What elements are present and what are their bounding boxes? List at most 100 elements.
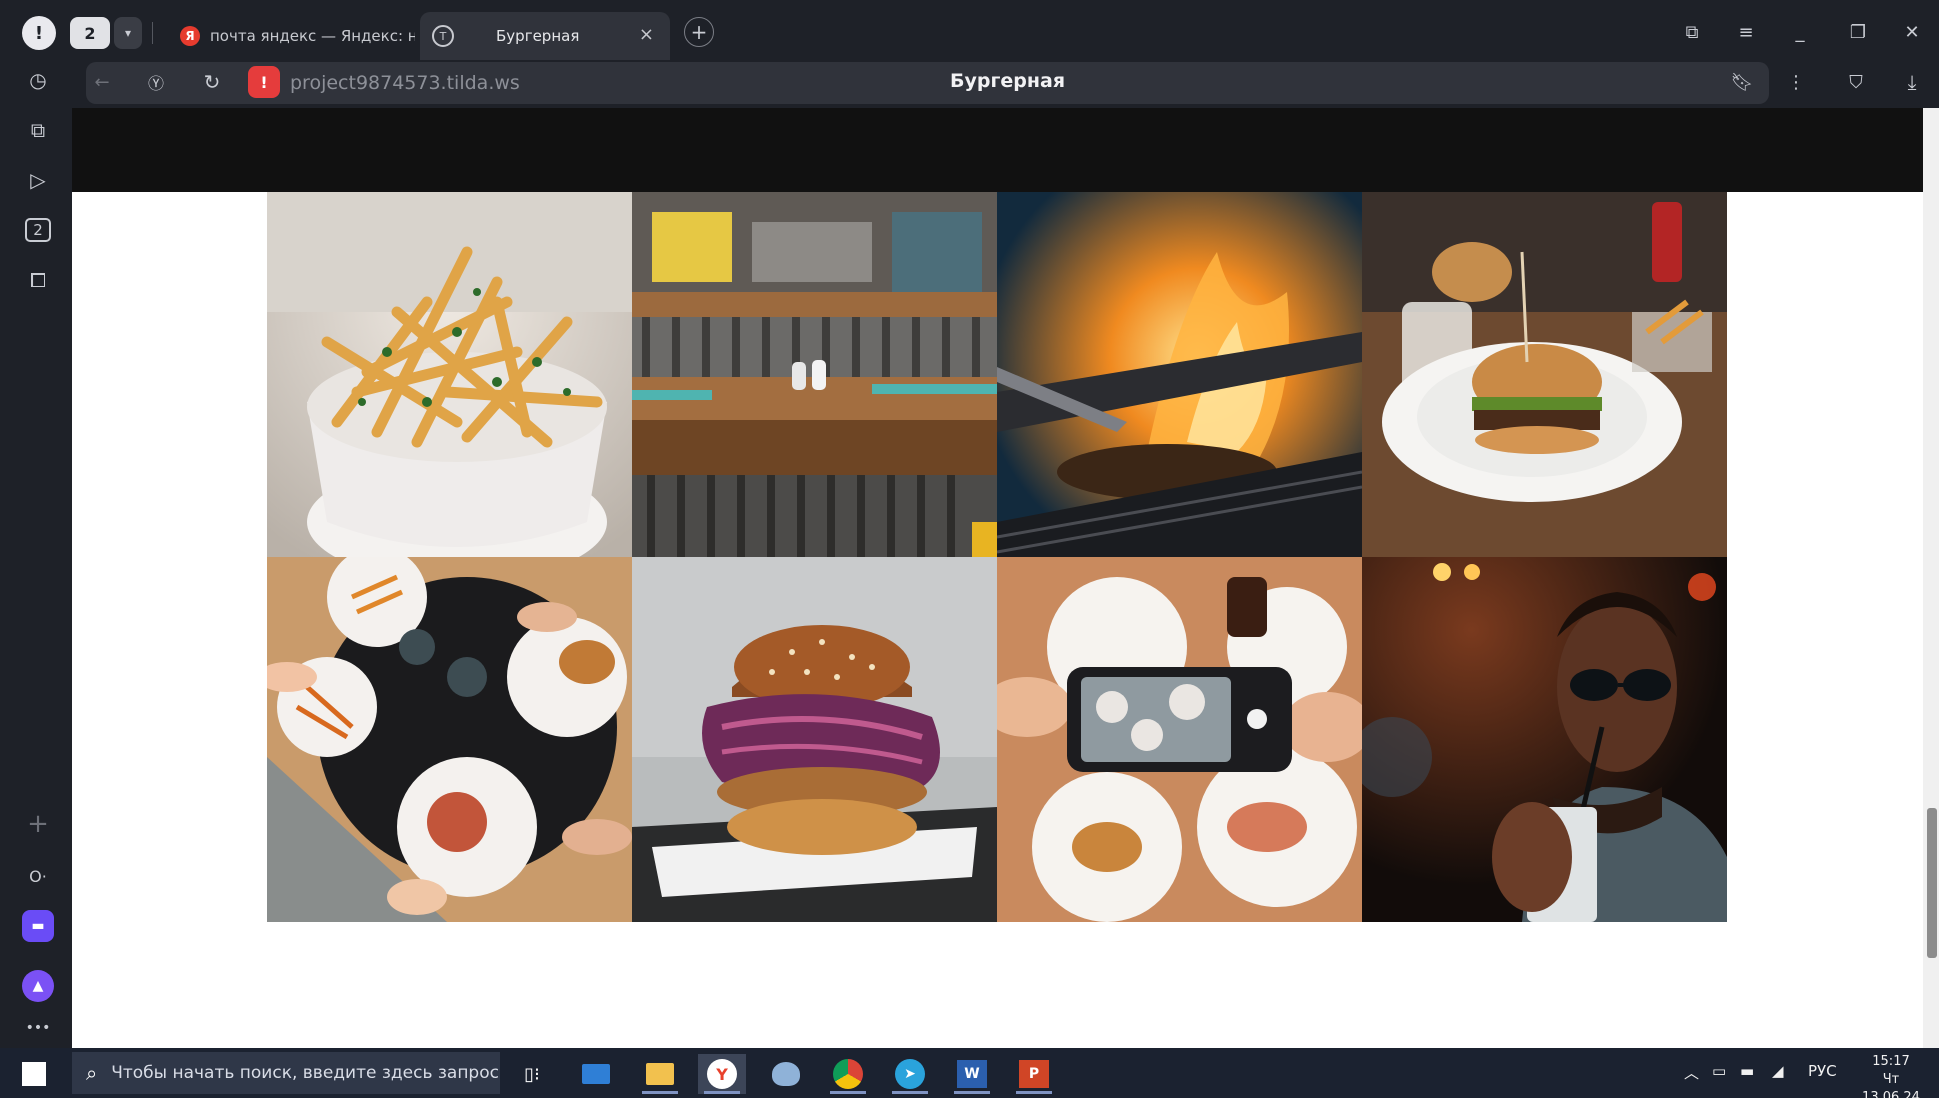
alice-status-button[interactable]: O·	[22, 860, 54, 892]
video-button[interactable]: ▷	[22, 164, 54, 196]
tilda-icon: T	[432, 25, 454, 47]
dots-icon: •••	[25, 1020, 51, 1036]
tabs-dropdown-button[interactable]: ▾	[114, 17, 142, 49]
add-panel-button[interactable]: +	[22, 808, 54, 840]
chevron-down-icon: ▾	[124, 26, 132, 40]
network-icon[interactable]: ▬	[1740, 1062, 1754, 1080]
tray-chevron-icon[interactable]: ︿	[1684, 1062, 1699, 1083]
taskbar-app-telegram[interactable]: ➤	[886, 1054, 934, 1094]
reload-button[interactable]: ↻	[196, 66, 228, 98]
man-drinking-image	[1362, 557, 1727, 922]
language-indicator[interactable]: РУС	[1808, 1062, 1837, 1080]
taskbar-app-mail[interactable]	[572, 1054, 620, 1094]
tabs-panel-button[interactable]: ⧉	[1672, 16, 1712, 48]
play-icon: ▷	[30, 168, 46, 192]
mail-app-icon	[582, 1064, 610, 1084]
downloads-button[interactable]: ⤓	[1896, 66, 1928, 98]
profile-icon: !	[34, 22, 44, 44]
bookmark-button[interactable]: 🔖︎	[1726, 66, 1758, 98]
page-title: Бургерная	[950, 70, 1066, 92]
security-warning-button[interactable]: !	[248, 66, 280, 98]
page-header-band	[72, 108, 1923, 192]
gallery-image-burger-on-plate[interactable]	[1362, 192, 1727, 557]
gallery-image-phone-photo[interactable]	[997, 557, 1362, 922]
new-tab-button[interactable]: +	[684, 17, 714, 47]
minimize-button[interactable]: _	[1780, 16, 1820, 48]
tab-title: Бургерная	[496, 27, 580, 45]
gallery-image-grill-fire[interactable]	[997, 192, 1362, 557]
burger-on-plate-image	[1362, 192, 1727, 557]
tab-burgernaya[interactable]: T Бургерная ×	[420, 12, 670, 60]
restore-icon: ❐	[1849, 21, 1867, 43]
alice-status-icon: O·	[29, 866, 47, 886]
protect-button[interactable]: ⛉	[1840, 66, 1872, 98]
restore-button[interactable]: ❐	[1838, 16, 1878, 48]
search-icon: ⌕	[86, 1061, 98, 1085]
tab-count-label: 2	[84, 23, 96, 43]
messenger-button[interactable]: ▬	[22, 910, 54, 942]
tab-yandex-mail[interactable]: Я почта яндекс — Яндекс: н	[170, 12, 415, 60]
menu-icon: ≡	[1738, 21, 1754, 43]
tabs-sidebar-button[interactable]: 2	[22, 214, 54, 246]
big-burger-image	[632, 557, 997, 922]
more-sidebar-button[interactable]: •••	[22, 1012, 54, 1044]
gallery-image-french-fries[interactable]	[267, 192, 632, 557]
running-indicator	[892, 1091, 928, 1094]
taskbar-app-powerpoint[interactable]: P	[1010, 1054, 1058, 1094]
taskbar-search[interactable]: ⌕ Чтобы начать поиск, введите здесь запр…	[72, 1052, 500, 1094]
running-indicator	[1016, 1091, 1052, 1094]
arrow-left-icon: ←	[94, 71, 110, 93]
running-indicator	[954, 1091, 990, 1094]
gallery-image-table-top-view[interactable]	[267, 557, 632, 922]
gallery-image-restaurant-counter[interactable]	[632, 192, 997, 557]
table-top-view-image	[267, 557, 632, 922]
menu-button[interactable]: ≡	[1726, 16, 1766, 48]
close-icon: ✕	[1904, 21, 1920, 43]
taskbar-app-yandex-browser[interactable]: Y	[698, 1054, 746, 1094]
minimize-icon: _	[1795, 21, 1805, 43]
running-indicator	[642, 1091, 678, 1094]
battery-icon[interactable]: ▭	[1712, 1062, 1726, 1080]
taskbar-app-chrome[interactable]	[824, 1054, 872, 1094]
yandex-home-button[interactable]: Ⓨ	[140, 66, 172, 98]
running-indicator	[830, 1091, 866, 1094]
history-button[interactable]: ◷	[22, 64, 54, 96]
screen: ! 2 ▾ Я почта яндекс — Яндекс: н T Бурге…	[0, 0, 1939, 1098]
alice-icon: ▲	[32, 978, 44, 994]
gallery-image-big-burger[interactable]	[632, 557, 997, 922]
telegram-icon: ➤	[895, 1059, 925, 1089]
start-button[interactable]	[22, 1062, 46, 1086]
clock[interactable]: 15:17 Чт 13.06.24	[1856, 1053, 1926, 1098]
task-view-button[interactable]: ▯⁝	[508, 1054, 556, 1094]
dots-vertical-icon: ⋮	[1787, 71, 1805, 93]
back-button[interactable]: ←	[86, 66, 118, 98]
french-fries-image	[267, 192, 632, 557]
yandex-browser-icon: Y	[707, 1059, 737, 1089]
screen-icon: ⧠	[30, 268, 46, 292]
tabs-panel-icon: ⧉	[1685, 21, 1699, 43]
taskbar-app-word[interactable]: W	[948, 1054, 996, 1094]
paint-icon	[772, 1062, 800, 1086]
word-icon: W	[957, 1060, 987, 1088]
grill-fire-image	[997, 192, 1362, 557]
close-icon[interactable]: ×	[639, 24, 654, 45]
collections-button[interactable]: ⧉	[22, 114, 54, 146]
more-button[interactable]: ⋮	[1780, 66, 1812, 98]
taskbar-app-explorer[interactable]	[636, 1054, 684, 1094]
alice-button[interactable]: ▲	[22, 970, 54, 1002]
taskbar-app-paint[interactable]	[762, 1054, 810, 1094]
url-text[interactable]: project9874573.tilda.ws	[290, 72, 520, 94]
reload-icon: ↻	[203, 70, 221, 94]
tab-count-button[interactable]: 2	[70, 17, 110, 49]
scrollbar-thumb[interactable]	[1927, 808, 1937, 958]
volume-icon[interactable]: ◢	[1772, 1062, 1784, 1080]
tab-badge: 2	[25, 218, 51, 242]
profile-button[interactable]: !	[22, 16, 56, 50]
gallery-image-man-drinking[interactable]	[1362, 557, 1727, 922]
tab-separator	[152, 22, 153, 44]
search-placeholder: Чтобы начать поиск, введите здесь запрос	[111, 1063, 499, 1083]
warning-icon: !	[260, 72, 268, 92]
screenshot-button[interactable]: ⧠	[22, 264, 54, 296]
bookmark-icon: 🔖︎	[1730, 71, 1754, 93]
close-window-button[interactable]: ✕	[1892, 16, 1932, 48]
